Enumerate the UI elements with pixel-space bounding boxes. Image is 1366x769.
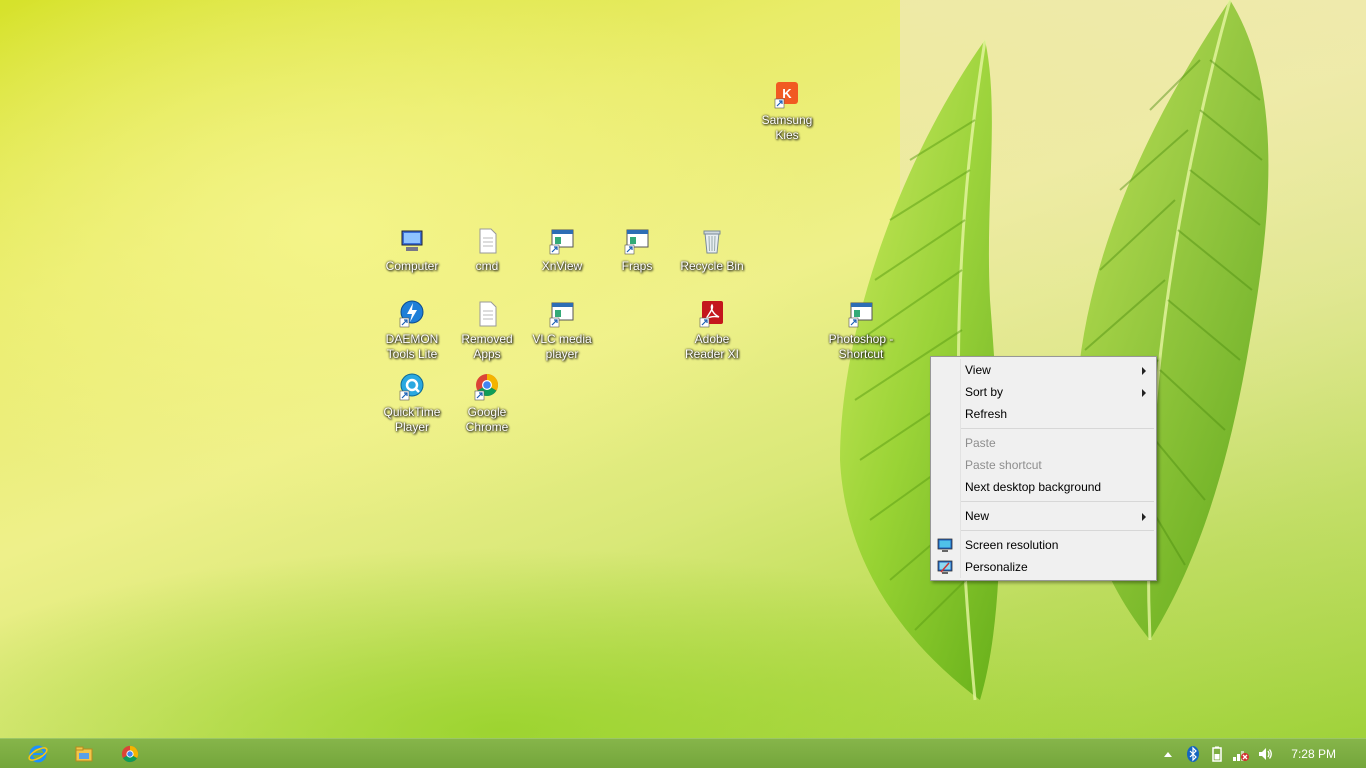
menu-separator [961,530,1154,531]
tray-volume[interactable] [1256,745,1274,763]
menu-item-label: Personalize [965,560,1028,574]
icon-label: Computer [385,259,439,273]
menu-item-personalize[interactable]: Personalize [931,556,1156,578]
taskbar-chrome[interactable] [110,741,150,767]
icon-label: Adobe Reader XI [684,332,740,361]
adobe-reader-shortcut[interactable]: Adobe Reader XI [676,298,748,362]
icon-label: Removed Apps [461,332,513,361]
icon-label: XnView [541,259,583,273]
google-chrome-shortcut[interactable]: Google Chrome [451,371,523,435]
computer-icon-item[interactable]: Computer [376,225,448,274]
show-hidden-icons-button[interactable] [1159,745,1177,763]
menu-item-label: New [965,509,990,523]
quicktime-icon [399,373,424,401]
menu-item-label: Paste [965,436,996,450]
shortcut-app-icon [848,302,873,328]
internet-explorer-icon [28,745,48,763]
photoshop-shortcut[interactable]: Photoshop - Shortcut [822,298,900,362]
document-icon [479,301,497,327]
menu-item-paste-shortcut[interactable]: Paste shortcut [931,454,1156,476]
taskbar: 7:28 PM [0,738,1366,768]
menu-item-label: Refresh [965,407,1008,421]
recycle-bin-icon [703,230,721,254]
menu-item-new[interactable]: New [931,505,1156,527]
daemon-tools-icon [399,300,424,328]
network-icon [1233,751,1249,761]
samsung-kies-shortcut[interactable]: K Samsung Kies [751,79,823,143]
submenu-arrow-icon [1142,367,1146,375]
menu-item-view[interactable]: View [931,359,1156,381]
menu-item-label: Screen resolution [965,538,1059,552]
menu-item-refresh[interactable]: Refresh [931,403,1156,425]
desktop-context-menu: View Sort by Refresh Paste Paste shortcu… [930,356,1157,581]
menu-item-next-desktop-background[interactable]: Next desktop background [931,476,1156,498]
personalize-icon [937,560,953,574]
daemon-tools-shortcut[interactable]: DAEMON Tools Lite [376,298,448,362]
fraps-shortcut[interactable]: Fraps [601,225,673,274]
menu-item-sort-by[interactable]: Sort by [931,381,1156,403]
removed-apps-item[interactable]: Removed Apps [451,298,523,362]
monitor-icon [937,538,953,552]
quicktime-shortcut[interactable]: QuickTime Player [376,371,448,435]
power-icon [1212,746,1222,762]
desktop[interactable]: K Samsung Kies Computer cmd XnView Fraps… [0,0,1366,738]
submenu-arrow-icon [1142,389,1146,397]
chrome-icon [474,374,498,401]
menu-item-paste[interactable]: Paste [931,432,1156,454]
cmd-icon-item[interactable]: cmd [451,225,523,274]
computer-icon [401,230,423,251]
tray-bluetooth[interactable] [1184,745,1202,763]
submenu-arrow-icon [1142,513,1146,521]
chrome-icon [121,745,139,763]
vlc-shortcut[interactable]: VLC media player [526,298,598,362]
taskbar-file-explorer[interactable] [64,741,104,767]
menu-separator [961,501,1154,502]
wallpaper-leaves [840,0,1269,701]
document-icon [479,228,497,254]
menu-item-screen-resolution[interactable]: Screen resolution [931,534,1156,556]
menu-item-label: Sort by [965,385,1004,399]
volume-icon [1259,748,1272,760]
menu-separator [961,428,1154,429]
shortcut-app-icon [549,229,574,255]
file-explorer-icon [75,746,93,762]
icon-label: Photoshop - Shortcut [828,332,894,361]
taskbar-internet-explorer[interactable] [18,741,58,767]
tray-power[interactable] [1208,745,1226,763]
menu-item-label: Next desktop background [965,480,1102,494]
xnview-shortcut[interactable]: XnView [526,225,598,274]
icon-label: QuickTime Player [383,405,441,434]
recycle-bin-item[interactable]: Recycle Bin [676,225,748,274]
icon-label: cmd [475,259,499,273]
tray-network[interactable] [1232,745,1250,763]
taskbar-clock[interactable]: 7:28 PM [1291,739,1336,769]
icon-label: Fraps [621,259,653,273]
shortcut-app-icon [624,229,649,255]
icon-label: DAEMON Tools Lite [385,332,439,361]
shortcut-app-icon [549,302,574,328]
chevron-up-icon [1164,752,1172,757]
icon-label: VLC media player [532,332,592,361]
icon-label: Recycle Bin [680,259,744,273]
icon-label: Google Chrome [465,405,509,434]
samsung-kies-icon: K [774,82,798,109]
icon-label: Samsung Kies [761,113,813,142]
menu-item-label: Paste shortcut [965,458,1042,472]
menu-item-label: View [965,363,991,377]
bluetooth-icon [1187,746,1199,762]
adobe-reader-icon [699,301,723,328]
